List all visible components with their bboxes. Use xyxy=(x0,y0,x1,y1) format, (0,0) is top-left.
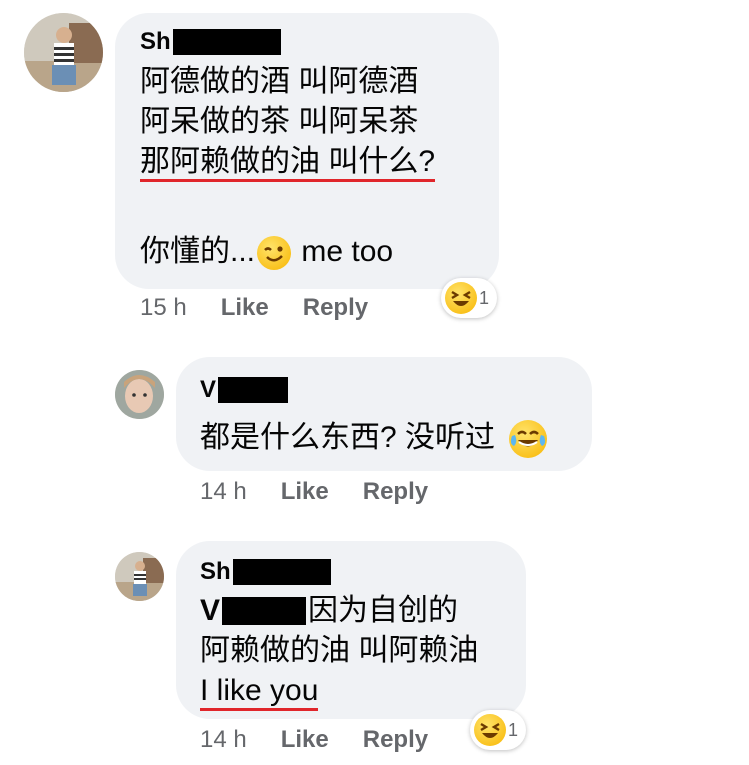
comment-text-line: V 因为自创的 xyxy=(200,591,458,631)
comment-meta: 14 h Like Reply xyxy=(200,726,462,754)
reply-button[interactable]: Reply xyxy=(363,726,428,754)
like-button[interactable]: Like xyxy=(281,726,329,754)
comment-text-line: 阿呆做的茶 叫阿呆茶 xyxy=(140,105,419,138)
comment-meta: 15 h Like Reply xyxy=(140,294,402,322)
reaction-count: 1 xyxy=(479,287,490,308)
comment-meta: 14 h Like Reply xyxy=(200,478,462,506)
redaction-bar xyxy=(232,559,331,585)
comment-author[interactable]: Sh xyxy=(140,28,281,56)
reaction-count: 1 xyxy=(508,719,519,740)
like-button[interactable]: Like xyxy=(221,294,269,322)
comment-author[interactable]: Sh xyxy=(200,558,331,586)
avatar[interactable] xyxy=(115,552,164,601)
comment-text-line: 你懂的... me too xyxy=(140,232,393,272)
redaction-bar xyxy=(172,29,281,55)
mention-link[interactable]: V xyxy=(200,591,220,631)
reply-button[interactable]: Reply xyxy=(303,294,368,322)
timestamp[interactable]: 14 h xyxy=(200,726,247,754)
underlined-text: 那阿赖做的油 叫什么? xyxy=(140,145,436,182)
comment-text-line: 都是什么东西? 没听过 xyxy=(200,418,548,459)
reaction-badge[interactable]: 1 xyxy=(441,278,498,318)
timestamp[interactable]: 15 h xyxy=(140,294,187,322)
reply-button[interactable]: Reply xyxy=(363,478,428,506)
like-button[interactable]: Like xyxy=(281,478,329,506)
avatar[interactable] xyxy=(24,13,103,92)
comment-text-line: 阿赖做的油 叫阿赖油 xyxy=(200,634,479,667)
winking-face-icon xyxy=(257,236,292,271)
laughing-face-icon xyxy=(474,714,506,746)
comment-text-line: I like you xyxy=(200,671,319,711)
laughing-face-icon xyxy=(445,282,477,314)
redaction-bar xyxy=(222,597,307,625)
comment-text-line: 阿德做的酒 叫阿德酒 xyxy=(140,65,419,98)
tears-of-joy-icon xyxy=(509,420,548,459)
reaction-badge[interactable]: 1 xyxy=(470,710,527,750)
comment-text-line: 那阿赖做的油 叫什么? xyxy=(140,142,436,182)
redaction-bar xyxy=(218,377,289,403)
avatar[interactable] xyxy=(115,370,164,419)
timestamp[interactable]: 14 h xyxy=(200,478,247,506)
underlined-text: I like you xyxy=(200,674,319,711)
comment-author[interactable]: V xyxy=(200,376,289,404)
